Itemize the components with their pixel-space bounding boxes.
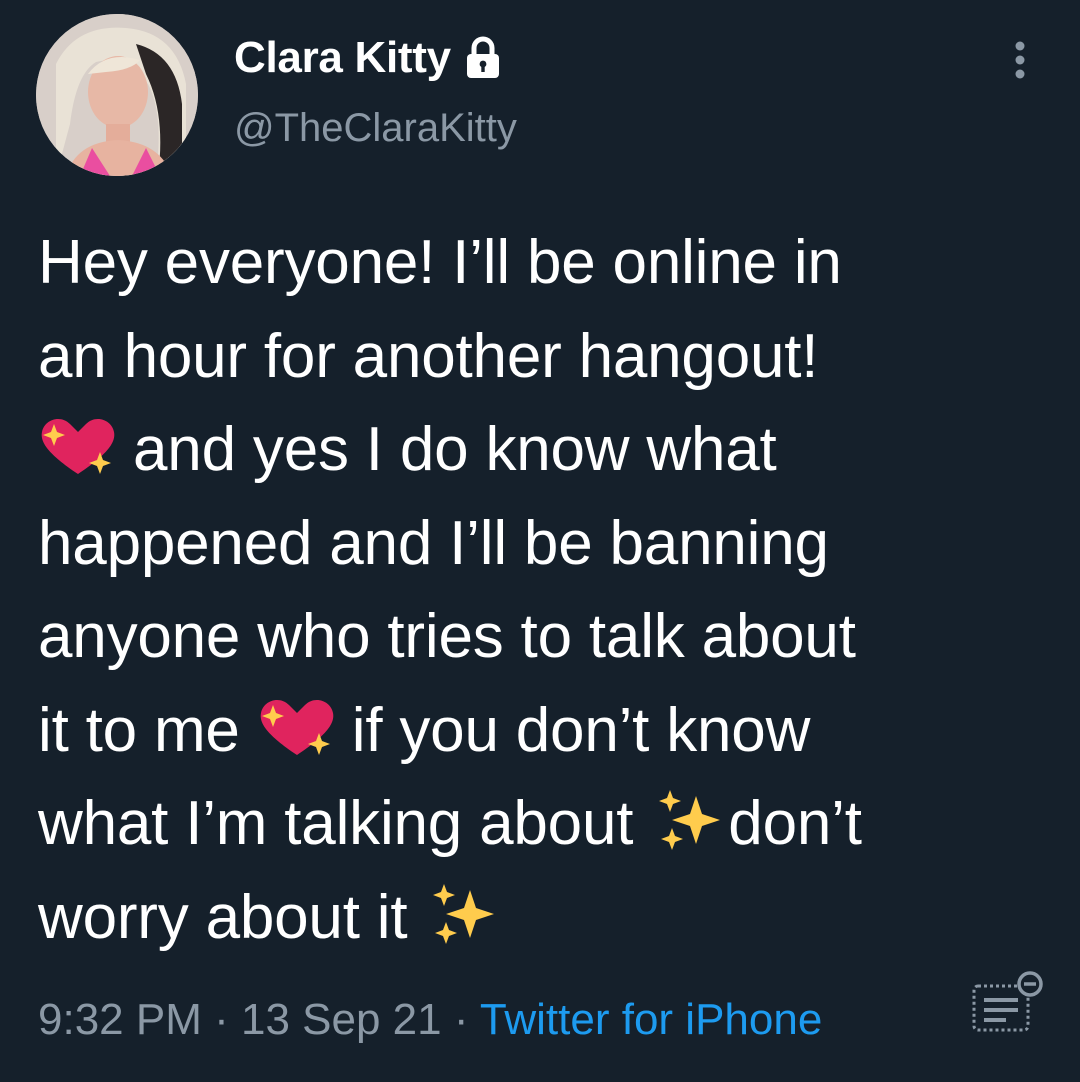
tweet-line: anyone who tries to talk about <box>38 602 856 671</box>
separator: · <box>441 995 480 1044</box>
more-vertical-icon[interactable] <box>1004 38 1036 82</box>
analytics-icon[interactable] <box>968 966 1048 1036</box>
tweet-line-text: worry about it <box>38 882 425 952</box>
tweet-time[interactable]: 9:32 PM <box>38 995 202 1044</box>
tweet-line: what I’m talking about don’t <box>38 777 1058 871</box>
separator: · <box>201 995 241 1044</box>
author-name-row[interactable]: Clara Kitty <box>234 30 501 86</box>
tweet-line-text: don’t <box>728 789 862 858</box>
avatar[interactable] <box>36 14 198 176</box>
tweet-source-link[interactable]: Twitter for iPhone <box>480 995 822 1044</box>
display-name[interactable]: Clara Kitty <box>234 33 451 83</box>
sparkles-icon <box>424 882 502 946</box>
tweet-line: an hour for another hangout! <box>38 321 819 391</box>
tweet-line: and yes I do know what <box>38 403 1058 497</box>
sparkling-heart-icon <box>38 414 116 478</box>
tweet-line-text: it to me <box>38 695 257 765</box>
tweet-line-text: and yes I do know what <box>116 415 777 484</box>
tweet-meta: 9:32 PM · 13 Sep 21 · Twitter for iPhone <box>38 990 822 1050</box>
tweet-line: it to me if you don’t know <box>38 684 1058 778</box>
user-handle[interactable]: @TheClaraKitty <box>234 104 517 152</box>
tweet-text: Hey everyone! I’ll be online in an hour … <box>38 216 1058 964</box>
lock-icon <box>465 36 501 80</box>
sparkles-icon <box>650 788 728 852</box>
tweet-line: worry about it <box>38 871 1058 965</box>
sparkling-heart-icon <box>257 695 335 759</box>
tweet-line-text: what I’m talking about <box>38 789 651 858</box>
tweet-line-text: if you don’t know <box>334 695 811 765</box>
tweet-line: happened and I’ll be banning <box>38 508 829 578</box>
avatar-photo <box>36 14 198 176</box>
tweet-date[interactable]: 13 Sep 21 <box>241 995 442 1044</box>
tweet-line: Hey everyone! I’ll be online in <box>38 228 842 297</box>
